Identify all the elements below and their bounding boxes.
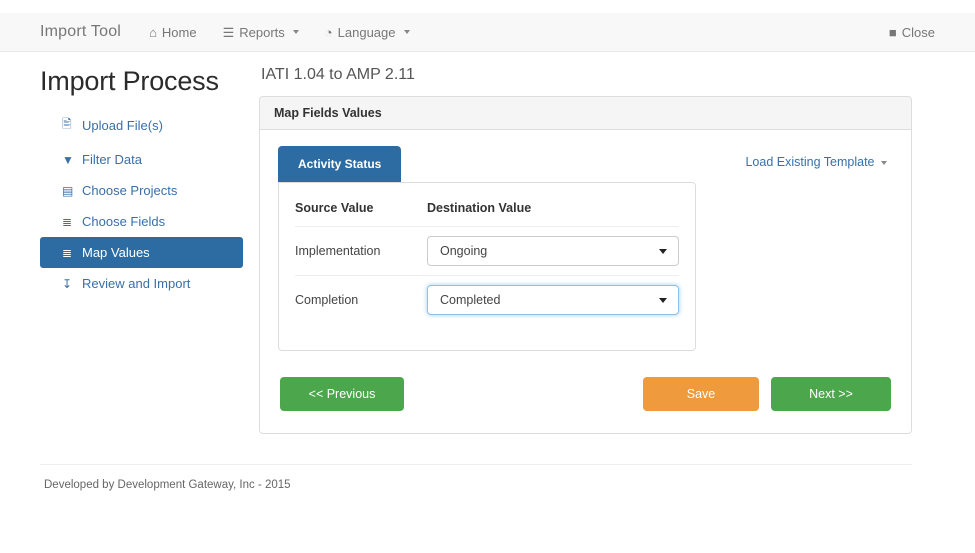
sidebar-item-choose-projects[interactable]: ▤ Choose Projects: [40, 175, 245, 206]
load-existing-template-label: Load Existing Template: [745, 155, 875, 169]
footer-divider: [40, 464, 912, 465]
next-button[interactable]: Next >>: [771, 377, 891, 411]
map-fields-panel: Map Fields Values Activity Status Load E…: [259, 96, 912, 434]
map-values-table: Source Value Destination Value Implement…: [295, 191, 679, 324]
nav-item-reports-label: Reports: [239, 24, 285, 40]
footer-text: Developed by Development Gateway, Inc - …: [44, 479, 291, 491]
chevron-down-icon: [881, 160, 887, 165]
sidebar-item-review-import-row: ↧ Review and Import: [40, 268, 245, 299]
sidebar-item-choose-fields[interactable]: ≣ Choose Fields: [40, 206, 245, 237]
main-content: IATI 1.04 to AMP 2.11 Map Fields Values …: [259, 66, 912, 434]
chevron-down-icon: [659, 249, 667, 254]
nav-item-home[interactable]: ⌂ Home: [149, 25, 197, 40]
destination-select-value: Completed: [440, 293, 501, 307]
navbar-brand[interactable]: Import Tool: [40, 23, 121, 41]
table-row: Completion Completed: [295, 276, 679, 325]
sidebar-item-choose-projects-row: ▤ Choose Projects: [40, 175, 245, 206]
sidebar-item-filter-data-row: ▼ Filter Data: [40, 144, 245, 175]
nav-item-language-label: Language: [337, 24, 396, 40]
column-header-source-value: Source Value: [295, 191, 427, 227]
sidebar-list: 🖹 Upload File(s) ▼ Filter Data ▤ Choose …: [40, 107, 245, 299]
list-icon: ☰: [222, 24, 235, 40]
column-header-destination-value: Destination Value: [427, 191, 679, 227]
sidebar-item-label: Map Values: [82, 245, 150, 260]
conversion-subtitle: IATI 1.04 to AMP 2.11: [261, 66, 415, 83]
sidebar-item-label: Choose Fields: [82, 214, 166, 229]
destination-select-value: Ongoing: [440, 244, 488, 258]
sidebar-item-map-values[interactable]: ≣ Map Values: [40, 237, 243, 268]
sidebar-item-upload-files-row: 🖹 Upload File(s): [40, 107, 245, 144]
home-icon: ⌂: [149, 24, 157, 40]
chevron-down-icon: [659, 298, 667, 303]
previous-button[interactable]: << Previous: [280, 377, 404, 411]
destination-value-cell: Ongoing: [427, 226, 679, 276]
sidebar-item-choose-fields-row: ≣ Choose Fields: [40, 206, 245, 237]
table-row: Implementation Ongoing: [295, 226, 679, 276]
destination-select-completion[interactable]: Completed: [427, 285, 679, 315]
globe-icon: ◔: [324, 24, 333, 40]
page-title: Import Process: [40, 66, 219, 96]
source-value-cell: Implementation: [295, 226, 427, 276]
sidebar-item-label: Choose Projects: [82, 183, 178, 198]
sidebar-item-upload-files[interactable]: 🖹 Upload File(s): [40, 107, 245, 144]
sidebar-item-label: Review and Import: [82, 276, 191, 291]
button-row: << Previous Save Next >>: [278, 377, 893, 411]
sidebar-item-map-values-row: ≣ Map Values: [40, 237, 245, 268]
navbar-right-group: ■ Close: [889, 25, 935, 40]
sidebar: Import Process 🖹 Upload File(s) ▼ Filter…: [40, 66, 245, 299]
footer: Developed by Development Gateway, Inc - …: [40, 464, 912, 491]
tab-row: Activity Status Load Existing Template: [278, 146, 893, 182]
close-button[interactable]: ■ Close: [889, 25, 935, 40]
table-head: Source Value Destination Value: [295, 191, 679, 227]
table-body: Implementation Ongoing Completion Comple…: [295, 226, 679, 325]
sidebar-item-label: Upload File(s): [82, 118, 163, 133]
save-button[interactable]: Save: [643, 377, 759, 411]
table-header-row: Source Value Destination Value: [295, 191, 679, 227]
chevron-down-icon: [403, 30, 410, 34]
navbar-inner: Import Tool ⌂ Home ☰ Reports ◔ Language …: [0, 13, 975, 51]
nav-item-home-label: Home: [161, 24, 197, 40]
destination-select-implementation[interactable]: Ongoing: [427, 236, 679, 266]
filter-icon: ▼: [62, 152, 74, 167]
sidebar-item-review-and-import[interactable]: ↧ Review and Import: [40, 268, 245, 299]
panel-body: Activity Status Load Existing Template S…: [260, 130, 911, 433]
file-icon: 🖹: [62, 117, 72, 131]
table-icon: ▤: [62, 183, 74, 198]
sidebar-item-label: Filter Data: [82, 152, 142, 167]
top-navbar: Import Tool ⌂ Home ☰ Reports ◔ Language …: [0, 13, 975, 52]
tab-activity-status[interactable]: Activity Status: [278, 146, 402, 182]
stop-square-icon: ■: [888, 24, 897, 40]
sidebar-item-filter-data[interactable]: ▼ Filter Data: [40, 144, 245, 175]
source-value-cell: Completion: [295, 293, 359, 307]
chevron-down-icon: [292, 30, 299, 34]
tasks-icon: ≣: [62, 245, 73, 260]
list-alt-icon: ≣: [62, 214, 73, 229]
nav-item-language[interactable]: ◔ Language: [325, 25, 410, 40]
panel-title: Map Fields Values: [274, 106, 382, 120]
panel-heading: Map Fields Values: [260, 97, 911, 130]
load-existing-template-link[interactable]: Load Existing Template: [745, 155, 887, 169]
destination-value-cell: Completed: [427, 276, 679, 325]
download-icon: ↧: [62, 276, 73, 291]
activity-status-tab-card: Source Value Destination Value Implement…: [278, 182, 696, 351]
nav-item-reports[interactable]: ☰ Reports: [223, 25, 299, 40]
close-button-label: Close: [901, 24, 935, 40]
